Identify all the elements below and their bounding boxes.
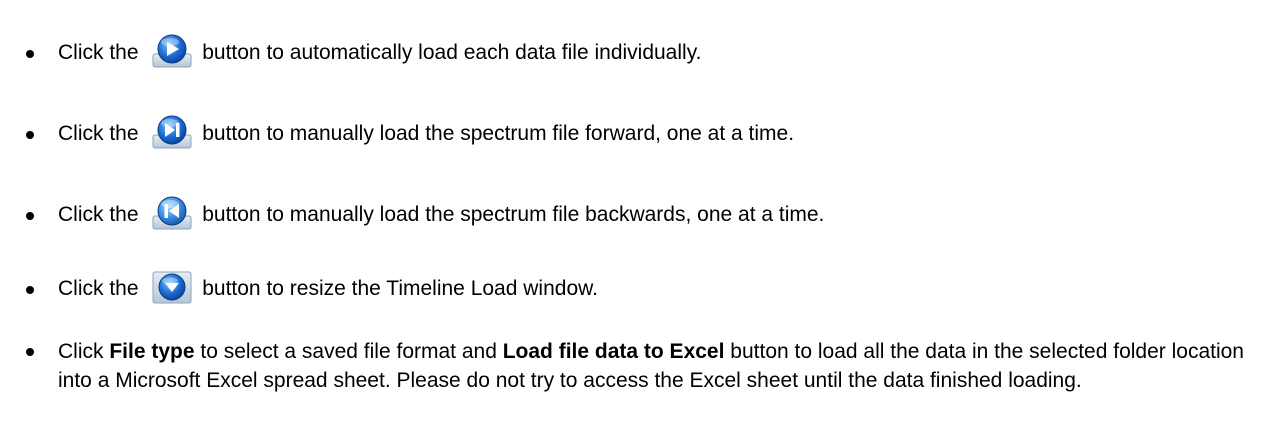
step-forward-icon [152, 115, 192, 149]
bullet-dot [26, 50, 34, 58]
instruction-prefix: Click the [58, 41, 139, 64]
instruction-paragraph: Click File type to select a saved file f… [58, 337, 1268, 395]
instruction-line: Click the [58, 115, 795, 149]
instruction-suffix: button to manually load the spectrum fil… [202, 122, 795, 145]
instruction-line: Click the [58, 196, 825, 230]
instruction-suffix: button to manually load the spectrum fil… [202, 203, 825, 226]
excel-text-part1: Click [58, 340, 110, 363]
bullet-dot [26, 212, 34, 220]
step-backward-icon [152, 196, 192, 230]
instruction-prefix: Click the [58, 122, 139, 145]
bullet-dot [26, 348, 34, 356]
excel-text-part2: to select a saved file format and [194, 340, 503, 363]
load-file-data-label: Load file data to Excel [502, 340, 725, 363]
instruction-prefix: Click the [58, 277, 139, 300]
play-icon [152, 34, 192, 68]
instruction-line: Click the [58, 270, 598, 304]
instruction-suffix: button to automatically load each data f… [202, 41, 702, 64]
instruction-line: Click the [58, 34, 702, 68]
instruction-prefix: Click the [58, 203, 139, 226]
instruction-suffix: button to resize the Timeline Load windo… [202, 277, 598, 300]
file-type-label: File type [109, 340, 195, 363]
bullet-dot [26, 131, 34, 139]
bullet-dot [26, 286, 34, 294]
chevron-down-icon [152, 270, 192, 304]
